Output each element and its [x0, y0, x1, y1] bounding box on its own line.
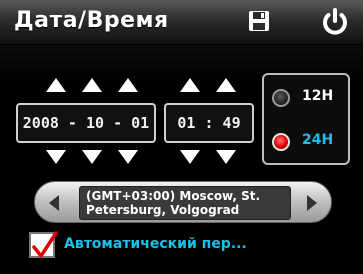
- auto-label[interactable]: Автоматический пер...: [64, 236, 247, 252]
- timezone-selector: (GMT+03:00) Moscow, St. Petersburg, Volg…: [34, 181, 332, 223]
- hour-down-arrow[interactable]: [180, 150, 200, 164]
- save-icon: [249, 11, 269, 31]
- year-up-arrow[interactable]: [46, 78, 66, 92]
- date-field[interactable]: 2008 - 10 - 01: [16, 103, 156, 143]
- minute-up-arrow[interactable]: [216, 78, 236, 92]
- save-button[interactable]: [240, 4, 278, 40]
- power-button[interactable]: [316, 4, 354, 40]
- format-12h-option[interactable]: 12H: [272, 83, 348, 115]
- title-bar: Дата/Время: [0, 0, 363, 45]
- time-field[interactable]: 01 : 49: [164, 103, 254, 143]
- auto-checkbox[interactable]: [29, 231, 58, 258]
- month-down-arrow[interactable]: [82, 150, 102, 164]
- format-24h-option[interactable]: 24H: [272, 127, 348, 159]
- radio-24h[interactable]: [272, 133, 290, 151]
- day-up-arrow[interactable]: [118, 78, 138, 92]
- minute-down-arrow[interactable]: [216, 150, 236, 164]
- page-title: Дата/Время: [14, 8, 169, 33]
- power-icon: [323, 8, 347, 35]
- timezone-prev-icon[interactable]: [49, 195, 59, 211]
- datetime-screen: Дата/Время 2008 - 10 - 01 01 : 49 12H 24…: [0, 0, 363, 274]
- timezone-value: (GMT+03:00) Moscow, St. Petersburg, Volg…: [79, 186, 291, 220]
- hour-up-arrow[interactable]: [180, 78, 200, 92]
- year-down-arrow[interactable]: [46, 150, 66, 164]
- month-up-arrow[interactable]: [82, 78, 102, 92]
- day-down-arrow[interactable]: [118, 150, 138, 164]
- radio-12h[interactable]: [272, 89, 290, 107]
- format-24h-label: 24H: [302, 132, 334, 148]
- timezone-next-icon[interactable]: [307, 195, 317, 211]
- time-format-panel: 12H 24H: [262, 73, 350, 165]
- checkmark-icon: [32, 231, 58, 258]
- format-12h-label: 12H: [302, 88, 334, 104]
